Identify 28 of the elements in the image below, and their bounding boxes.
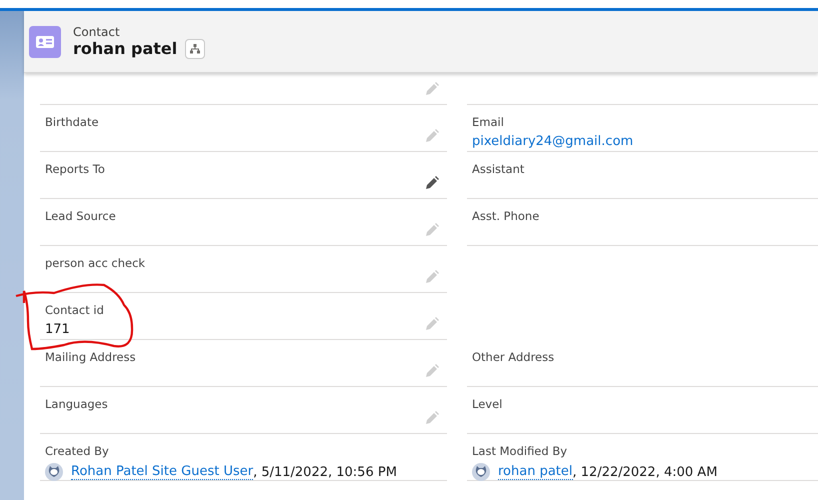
field-label: Level	[472, 397, 502, 411]
field-label: Lead Source	[45, 209, 116, 223]
field-label: Assistant	[472, 162, 524, 176]
field-label: Last Modified By	[472, 444, 568, 458]
timestamp: , 5/11/2022, 10:56 PM	[253, 464, 397, 480]
contact-card-icon	[29, 26, 61, 58]
field-label: Created By	[45, 444, 109, 458]
field-label: Other Address	[472, 350, 554, 364]
field-label: Email	[472, 115, 504, 129]
record-title: rohan patel	[73, 39, 178, 58]
hierarchy-icon	[189, 42, 202, 54]
avatar-icon	[472, 463, 490, 481]
user-link[interactable]: rohan patel	[498, 464, 573, 480]
object-type-label: Contact	[73, 24, 121, 38]
user-link[interactable]: Rohan Patel Site Guest User	[71, 464, 254, 480]
field-label: Reports To	[45, 162, 105, 176]
field-label: Mailing Address	[45, 350, 136, 364]
edit-icon[interactable]	[425, 176, 439, 190]
field-label: Asst. Phone	[472, 209, 540, 223]
field-label: Languages	[45, 397, 108, 411]
field-value: 171	[45, 322, 70, 337]
timestamp: , 12/22/2022, 4:00 AM	[572, 464, 718, 480]
email-link[interactable]: pixeldiary24@gmail.com	[472, 134, 634, 149]
avatar-icon	[45, 463, 63, 481]
field-label: Contact id	[45, 303, 104, 317]
hierarchy-button[interactable]	[185, 38, 206, 58]
field-label: person acc check	[45, 256, 146, 270]
field-label: Birthdate	[45, 115, 99, 129]
